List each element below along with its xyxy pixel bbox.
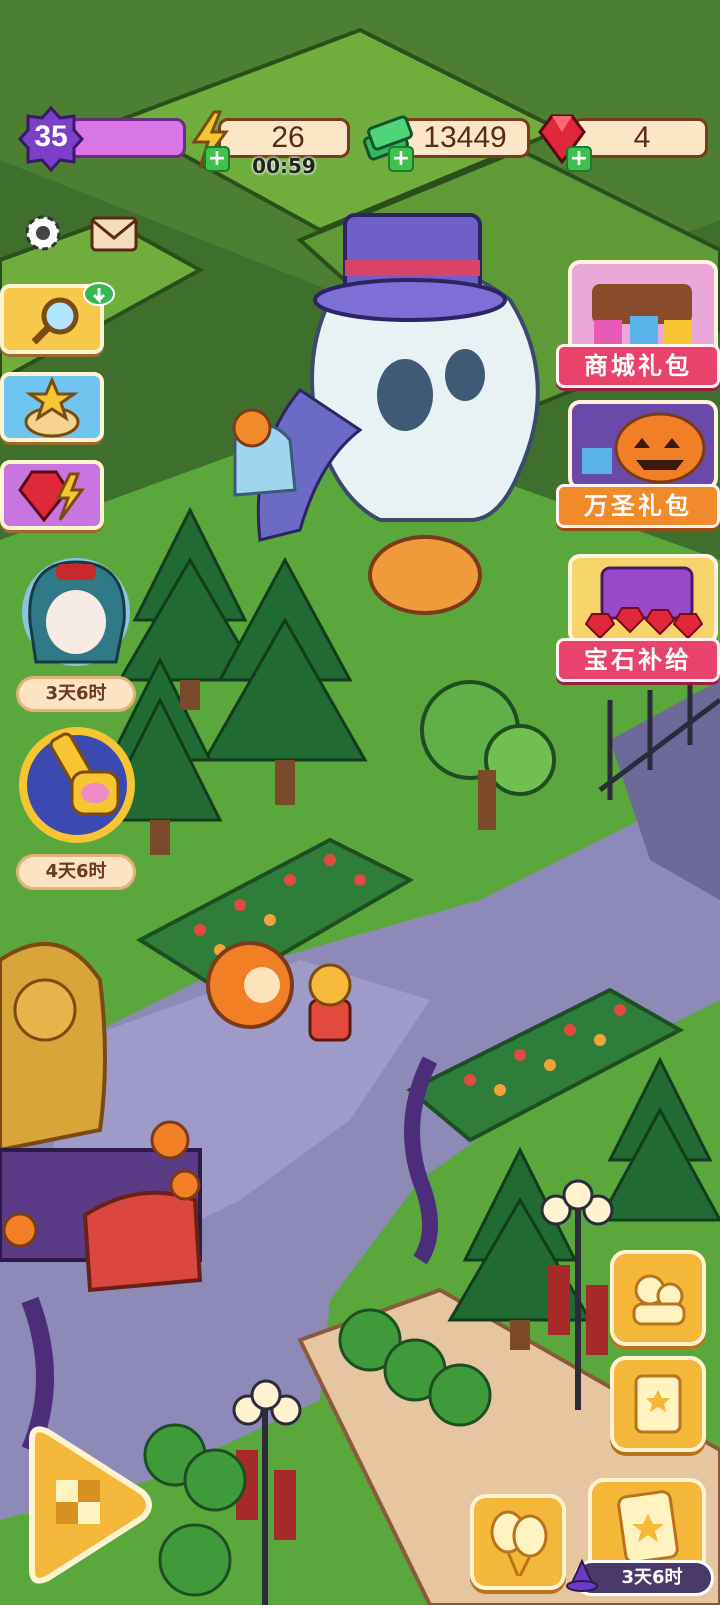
star-face-icon [24, 376, 80, 438]
settings-button[interactable] [18, 208, 68, 258]
gem-value: 4 [633, 121, 651, 154]
gem-chest-icon [584, 566, 704, 640]
event-board-timer-text: 3天6时 [621, 1567, 683, 1588]
energy-counter[interactable]: + 26 00:59 [188, 110, 350, 178]
build-arrow-icon [29, 1426, 152, 1584]
shop-pack-label: 商城礼包 [556, 344, 720, 388]
energy-add-button[interactable]: + [204, 146, 230, 172]
shop-pack-offer[interactable]: 商城礼包 [556, 240, 720, 390]
witch-hat-icon [566, 1559, 598, 1592]
key-event[interactable]: 4天6时 [16, 724, 138, 894]
book-icon [634, 1374, 682, 1434]
cash-counter[interactable]: + 13449 [362, 110, 530, 172]
energy-timer: 00:59 [252, 154, 316, 178]
envelope-icon [90, 216, 138, 252]
key-event-timer: 4天6时 [16, 854, 136, 890]
halloween-pack-offer[interactable]: 万圣礼包 [556, 400, 720, 530]
key-portrait-icon [19, 727, 135, 843]
jack-o-lantern-icon [582, 412, 706, 484]
friends-icon [632, 1274, 686, 1326]
build-menu-button[interactable] [18, 1422, 152, 1588]
star-event-card[interactable] [0, 372, 104, 442]
cloud-download-icon [83, 282, 115, 306]
gem-energy-card[interactable] [0, 460, 104, 530]
gem-supply-panel [568, 554, 718, 644]
search-event-card[interactable] [0, 282, 115, 354]
character-event[interactable]: 3天6时 [16, 552, 138, 720]
collection-book-button[interactable] [610, 1356, 706, 1452]
gem-lightning-icon [18, 470, 85, 523]
player-level: 35 [34, 120, 68, 153]
mail-button[interactable] [86, 208, 142, 258]
balloons-icon [490, 1510, 548, 1577]
gift-boxes-icon [592, 284, 692, 344]
gear-icon [25, 215, 61, 251]
gem-supply-label: 宝石补给 [556, 638, 720, 682]
character-event-timer: 3天6时 [16, 676, 136, 712]
girl-character-portrait [22, 558, 130, 666]
gem-supply-offer[interactable]: 宝石补给 [556, 554, 720, 684]
halloween-pack-panel [568, 400, 718, 490]
halloween-pack-label: 万圣礼包 [556, 484, 720, 528]
balloon-button[interactable] [470, 1494, 566, 1590]
gem-counter[interactable]: + 4 [538, 110, 708, 172]
friends-button[interactable] [610, 1250, 706, 1346]
cash-value: 13449 [423, 121, 507, 154]
energy-value: 26 [271, 121, 305, 154]
level-bar[interactable]: 35 [18, 106, 186, 172]
event-board-timer: 3天6时 [566, 1559, 714, 1596]
